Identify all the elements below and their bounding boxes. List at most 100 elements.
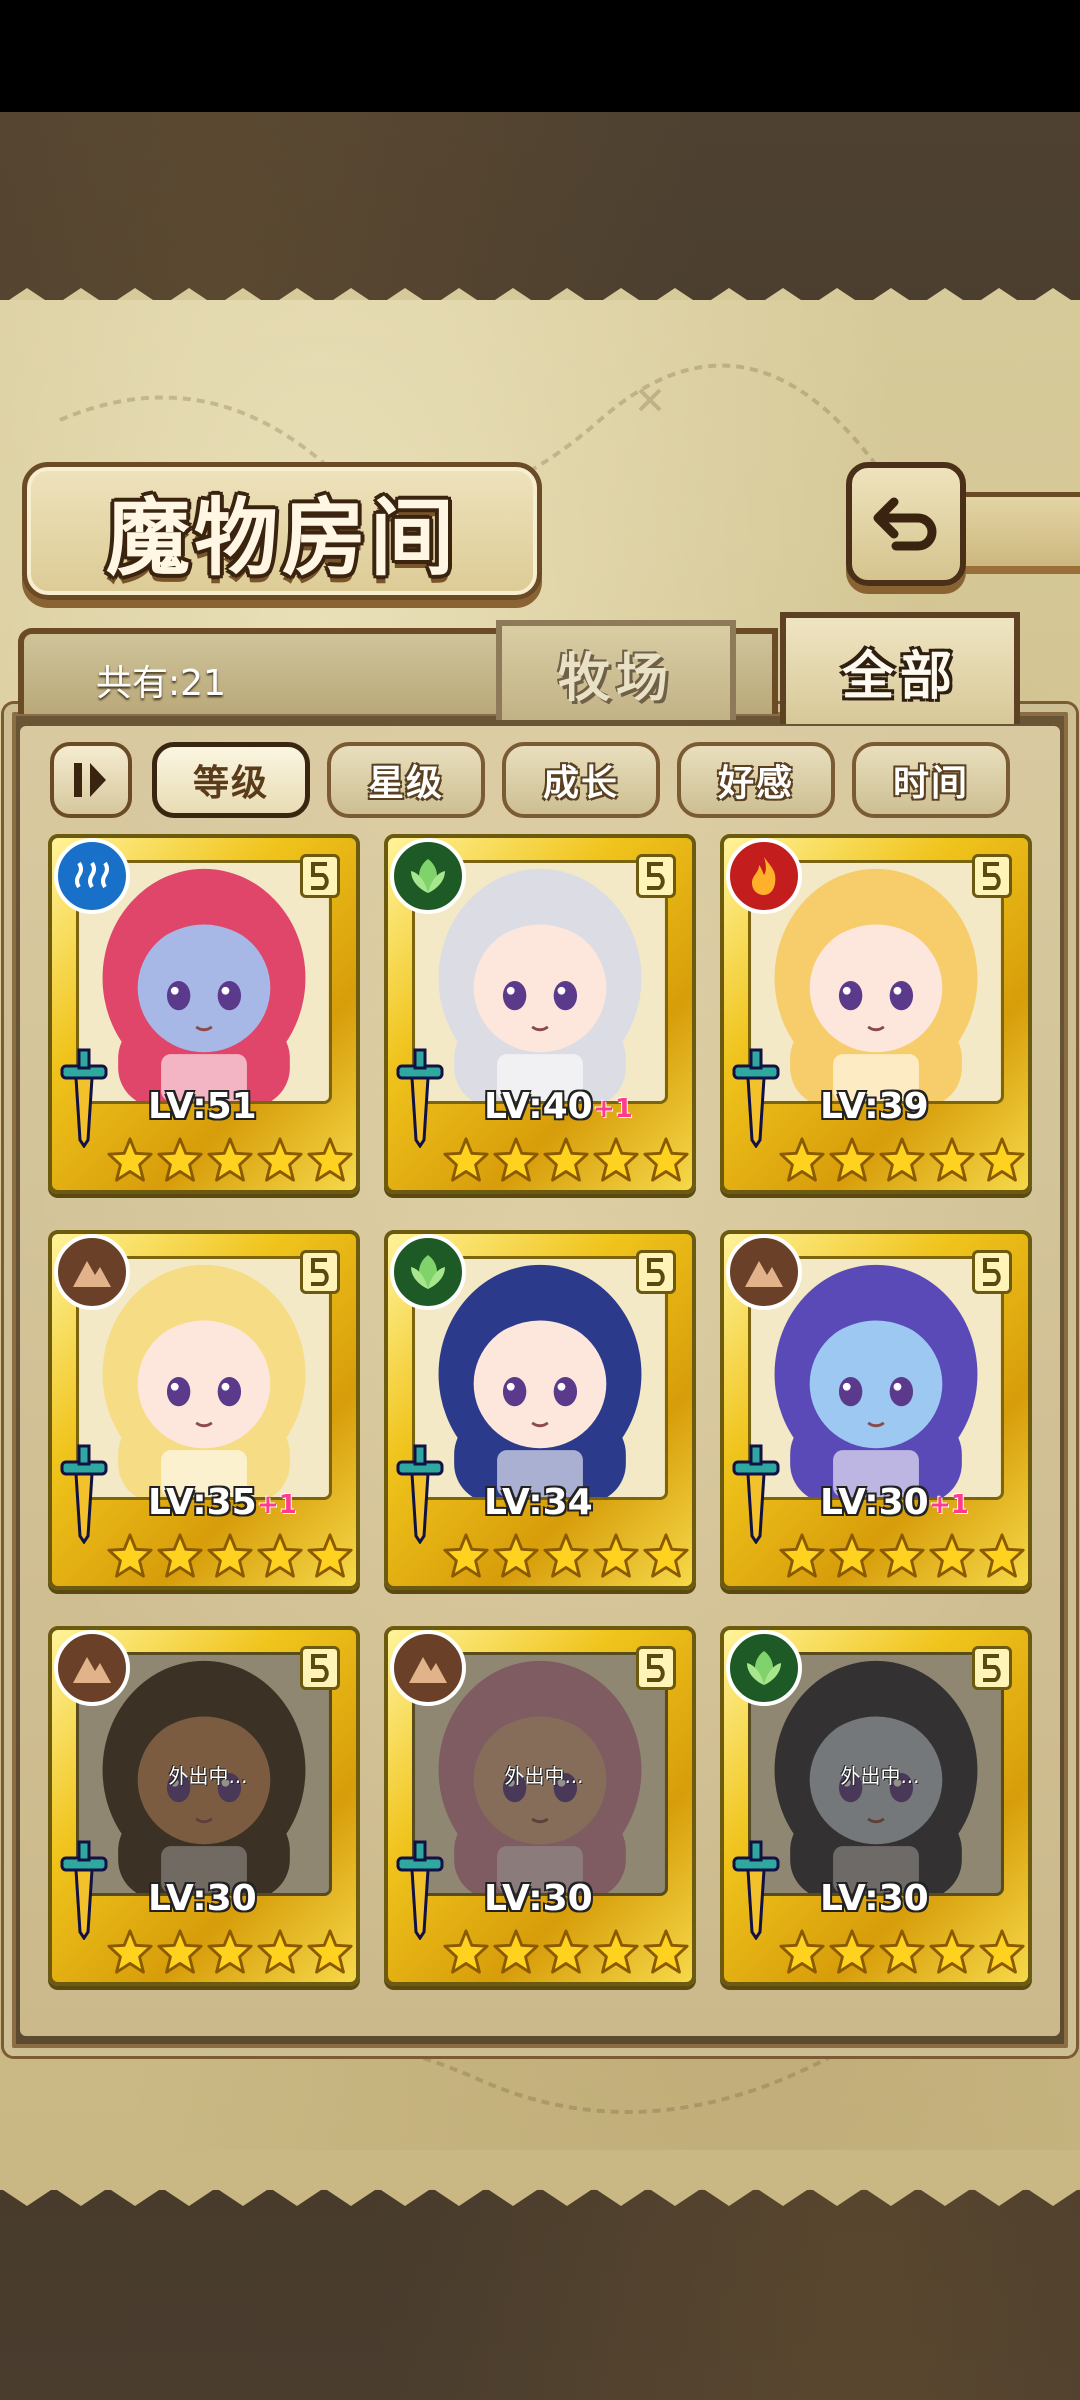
- monster-level: LV:40: [484, 1086, 593, 1127]
- tab-ranch[interactable]: 牧场: [496, 620, 736, 720]
- star-icon: [979, 1533, 1025, 1578]
- star-rating: [106, 1926, 362, 1982]
- star-icon: [979, 1137, 1025, 1182]
- sword-class-icon: [732, 1840, 780, 1940]
- zigzag-border-bottom: [0, 2150, 1080, 2206]
- rank-badge-icon: [636, 1250, 676, 1294]
- monster-level: LV:30: [820, 1482, 929, 1523]
- element-nature-icon: [390, 1234, 466, 1310]
- star-icon: [157, 1533, 203, 1578]
- star-rating: [778, 1530, 1034, 1586]
- rank-badge-icon: [972, 854, 1012, 898]
- star-icon: [979, 1929, 1025, 1974]
- element-water-icon: [54, 838, 130, 914]
- sword-class-icon: [60, 1444, 108, 1544]
- sort-by-level-button[interactable]: 等级: [152, 742, 310, 818]
- monster-card[interactable]: 外出中... LV:30: [720, 1626, 1032, 1986]
- sort-by-affection-button[interactable]: 好感: [677, 742, 835, 818]
- rank-badge-icon: [972, 1646, 1012, 1690]
- sort-by-time-button[interactable]: 时间: [852, 742, 1010, 818]
- monster-level: LV:30: [148, 1878, 257, 1919]
- monster-level: LV:34: [484, 1482, 593, 1523]
- star-icon: [257, 1533, 303, 1578]
- element-earth-icon: [54, 1630, 130, 1706]
- page-title: 魔物房间: [105, 487, 458, 587]
- star-icon: [829, 1137, 875, 1182]
- element-earth-icon: [390, 1630, 466, 1706]
- star-icon: [779, 1929, 825, 1974]
- star-icon: [643, 1929, 689, 1974]
- element-nature-icon: [726, 1630, 802, 1706]
- star-icon: [643, 1533, 689, 1578]
- star-icon: [257, 1929, 303, 1974]
- sort-by-stars-button[interactable]: 星级: [327, 742, 485, 818]
- star-rating: [442, 1926, 698, 1982]
- star-rating: [778, 1134, 1034, 1190]
- star-icon: [207, 1137, 253, 1182]
- element-nature-icon: [390, 838, 466, 914]
- monster-card[interactable]: LV:35 +1: [48, 1230, 360, 1590]
- star-rating: [778, 1926, 1034, 1982]
- star-icon: [829, 1533, 875, 1578]
- monster-card[interactable]: 外出中... LV:30: [384, 1626, 696, 1986]
- rank-badge-icon: [300, 854, 340, 898]
- star-icon: [307, 1929, 353, 1974]
- sword-class-icon: [732, 1444, 780, 1544]
- star-icon: [593, 1533, 639, 1578]
- monster-card[interactable]: 外出中... LV:30: [48, 1626, 360, 1986]
- star-rating: [442, 1134, 698, 1190]
- monster-card[interactable]: LV:51: [48, 834, 360, 1194]
- star-icon: [829, 1929, 875, 1974]
- sword-class-icon: [396, 1840, 444, 1940]
- star-rating: [442, 1530, 698, 1586]
- monster-level: LV:39: [820, 1086, 929, 1127]
- star-icon: [307, 1533, 353, 1578]
- sword-class-icon: [60, 1840, 108, 1940]
- total-count-label: 共有:21: [96, 663, 226, 704]
- monster-card[interactable]: LV:39: [720, 834, 1032, 1194]
- level-bonus: +1: [929, 1490, 969, 1520]
- rank-badge-icon: [300, 1646, 340, 1690]
- star-icon: [157, 1137, 203, 1182]
- star-icon: [929, 1533, 975, 1578]
- star-icon: [107, 1929, 153, 1974]
- back-button[interactable]: [846, 462, 966, 586]
- star-icon: [879, 1533, 925, 1578]
- star-icon: [107, 1533, 153, 1578]
- title-plate: 魔物房间: [22, 462, 542, 600]
- away-status-label: 外出中...: [840, 1764, 920, 1788]
- sort-by-growth-button[interactable]: 成长: [502, 742, 660, 818]
- star-rating: [106, 1530, 362, 1586]
- rank-badge-icon: [636, 1646, 676, 1690]
- sort-order-toggle[interactable]: [50, 742, 132, 818]
- star-icon: [593, 1137, 639, 1182]
- tab-all[interactable]: 全部: [780, 612, 1020, 724]
- title-rail: [960, 492, 1080, 574]
- star-icon: [643, 1137, 689, 1182]
- star-icon: [929, 1929, 975, 1974]
- star-icon: [779, 1533, 825, 1578]
- star-icon: [493, 1137, 539, 1182]
- rank-badge-icon: [300, 1250, 340, 1294]
- star-icon: [443, 1137, 489, 1182]
- monster-level: LV:51: [148, 1086, 257, 1127]
- star-icon: [593, 1929, 639, 1974]
- star-icon: [493, 1533, 539, 1578]
- monster-level: LV:30: [820, 1878, 929, 1919]
- monster-level: LV:35: [148, 1482, 257, 1523]
- star-icon: [443, 1929, 489, 1974]
- star-icon: [443, 1533, 489, 1578]
- monster-card[interactable]: LV:34: [384, 1230, 696, 1590]
- star-icon: [207, 1929, 253, 1974]
- monster-card[interactable]: LV:40 +1: [384, 834, 696, 1194]
- away-status-label: 外出中...: [168, 1764, 248, 1788]
- star-icon: [543, 1929, 589, 1974]
- level-bonus: +1: [593, 1094, 633, 1124]
- star-icon: [107, 1137, 153, 1182]
- monster-card[interactable]: LV:30 +1: [720, 1230, 1032, 1590]
- back-arrow-icon: [873, 497, 937, 551]
- sword-class-icon: [396, 1048, 444, 1148]
- element-fire-icon: [726, 838, 802, 914]
- star-icon: [207, 1533, 253, 1578]
- star-icon: [929, 1137, 975, 1182]
